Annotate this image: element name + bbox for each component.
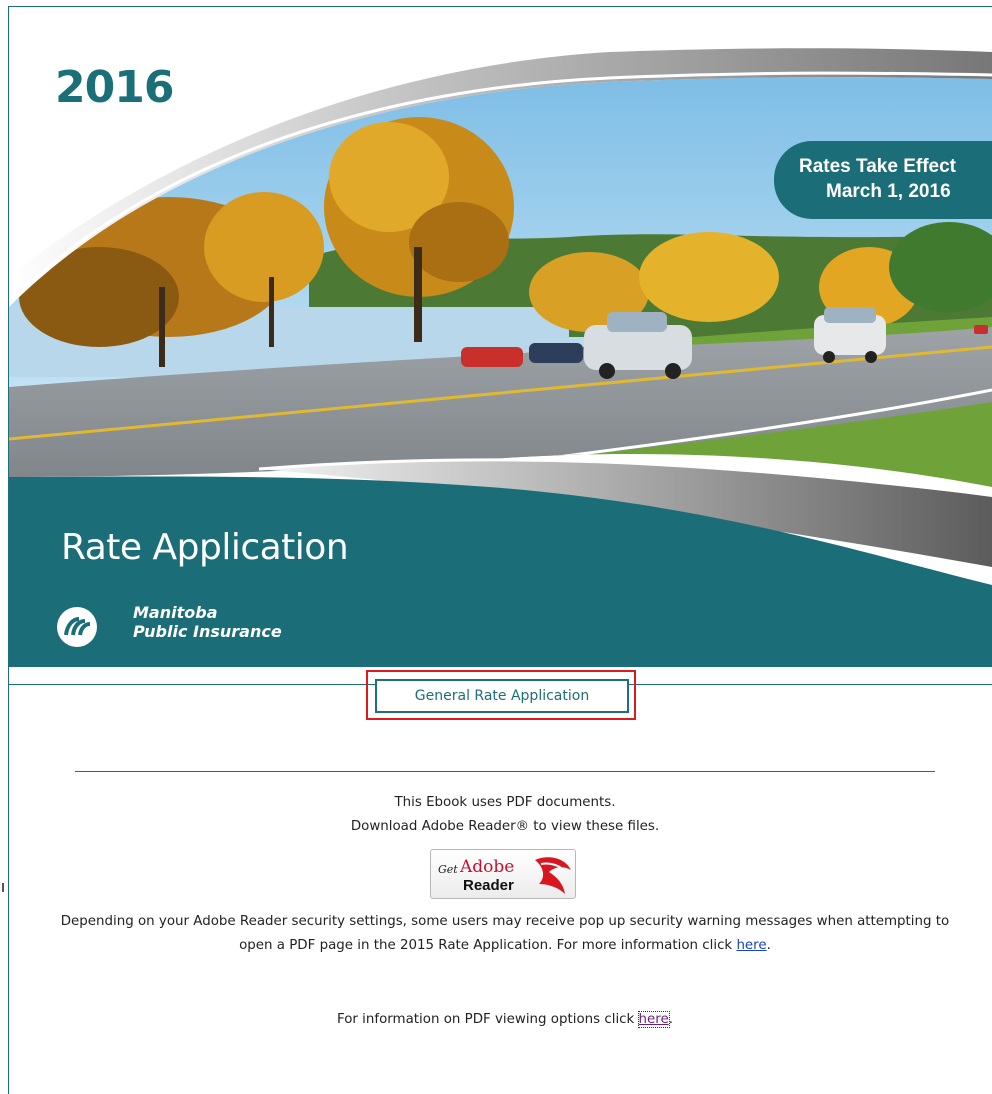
mpi-logo-text: Manitoba Public Insurance [133,603,282,641]
security-notice: Depending on your Adobe Reader security … [60,910,950,958]
cover-title: Rate Application [61,527,349,568]
badge-line-2: March 1, 2016 [826,181,951,202]
general-rate-application-button[interactable]: General Rate Application [375,679,629,713]
effective-date-badge: Rates Take Effect March 1, 2016 [774,141,992,219]
mpi-logo-icon [57,607,97,647]
pdf-notice-line-1: This Ebook uses PDF documents. [394,795,616,810]
cover-year: 2016 [55,62,174,113]
get-adobe-reader-button[interactable]: Get Adobe Reader [430,849,576,899]
cover-banner: 2016 Rates Take Effect March 1, 2016 Rat… [9,7,992,667]
pdf-notice-line-2: Download Adobe Reader® to view these fil… [350,819,660,834]
edge-marker [2,883,4,892]
pdf-viewing-period: . [668,1012,673,1027]
pdf-viewing-options-link[interactable]: here [637,1011,670,1028]
adobe-badge-brand: Adobe [460,857,515,877]
pdf-viewing-text: For information on PDF viewing options c… [336,1012,639,1027]
badge-line-1: Rates Take Effect [799,156,956,177]
security-notice-text: Depending on your Adobe Reader security … [60,914,950,953]
adobe-reader-icon [535,857,571,894]
security-info-link[interactable]: here [736,938,766,953]
logo-line-1: Manitoba [133,603,218,622]
divider [75,771,935,772]
pdf-viewing-notice: For information on PDF viewing options c… [60,1008,950,1032]
adobe-badge-reader: Reader [463,877,514,894]
adobe-badge-get: Get [438,863,458,876]
logo-line-2: Public Insurance [133,622,282,641]
security-notice-period: . [766,938,771,953]
mpi-logo: Manitoba Public Insurance [57,603,357,653]
